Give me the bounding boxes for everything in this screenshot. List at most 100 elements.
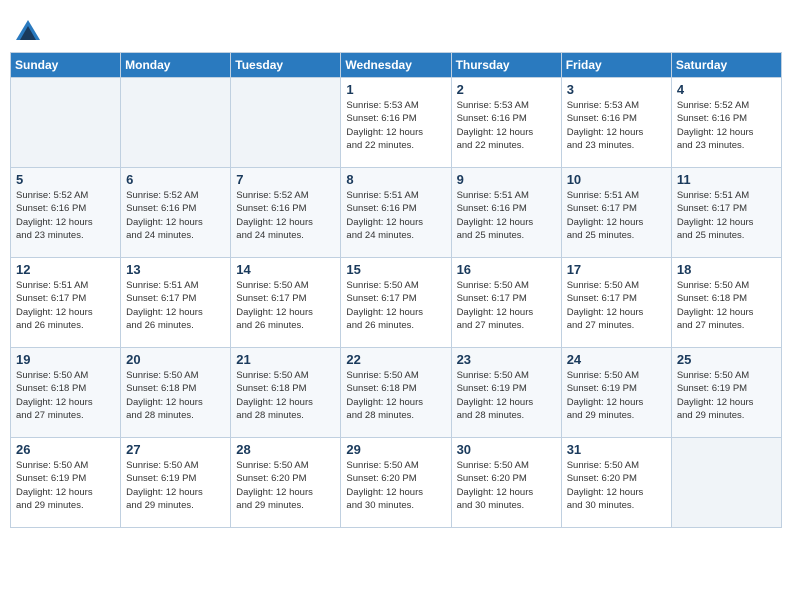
day-number: 27 — [126, 442, 225, 457]
calendar-day-cell: 24 Sunrise: 5:50 AM Sunset: 6:19 PM Dayli… — [561, 348, 671, 438]
calendar-week-row: 26Sunrise: 5:50 AM Sunset: 6:19 PM Dayli… — [11, 438, 782, 528]
day-info: Sunrise: 5:51 AM Sunset: 6:16 PM Dayligh… — [457, 189, 556, 242]
day-number: 2 — [457, 82, 556, 97]
day-info: Sunrise: 5:50 AM Sunset: 6:19 PM Dayligh… — [457, 369, 556, 422]
calendar-day-cell: 5 Sunrise: 5:52 AM Sunset: 6:16 PM Daylig… — [11, 168, 121, 258]
calendar-day-cell: 6 Sunrise: 5:52 AM Sunset: 6:16 PM Daylig… — [121, 168, 231, 258]
weekday-friday: Friday — [561, 53, 671, 78]
calendar-day-cell: 25 Sunrise: 5:50 AM Sunset: 6:19 PM Dayli… — [671, 348, 781, 438]
logo-icon — [14, 18, 42, 46]
day-number: 17 — [567, 262, 666, 277]
day-number: 6 — [126, 172, 225, 187]
calendar-week-row: 1 Sunrise: 5:53 AM Sunset: 6:16 PM Daylig… — [11, 78, 782, 168]
weekday-saturday: Saturday — [671, 53, 781, 78]
day-info: Sunrise: 5:50 AM Sunset: 6:20 PM Dayligh… — [457, 459, 556, 512]
day-info: Sunrise: 5:50 AM Sunset: 6:19 PM Dayligh… — [567, 369, 666, 422]
day-info: Sunrise: 5:50 AM Sunset: 6:17 PM Dayligh… — [346, 279, 445, 332]
day-info: Sunrise: 5:50 AM Sunset: 6:19 PM Dayligh… — [126, 459, 225, 512]
calendar-day-cell: 23 Sunrise: 5:50 AM Sunset: 6:19 PM Dayli… — [451, 348, 561, 438]
day-info: Sunrise: 5:52 AM Sunset: 6:16 PM Dayligh… — [16, 189, 115, 242]
calendar-day-cell: 2 Sunrise: 5:53 AM Sunset: 6:16 PM Daylig… — [451, 78, 561, 168]
day-info: Sunrise: 5:52 AM Sunset: 6:16 PM Dayligh… — [236, 189, 335, 242]
day-number: 7 — [236, 172, 335, 187]
empty-calendar-cell — [121, 78, 231, 168]
day-info: Sunrise: 5:50 AM Sunset: 6:18 PM Dayligh… — [236, 369, 335, 422]
day-number: 4 — [677, 82, 776, 97]
day-number: 18 — [677, 262, 776, 277]
day-number: 28 — [236, 442, 335, 457]
day-info: Sunrise: 5:50 AM Sunset: 6:19 PM Dayligh… — [16, 459, 115, 512]
calendar-day-cell: 1Sunrise: 5:53 AM Sunset: 6:16 PM Daylig… — [341, 78, 451, 168]
weekday-thursday: Thursday — [451, 53, 561, 78]
calendar-day-cell: 9 Sunrise: 5:51 AM Sunset: 6:16 PM Daylig… — [451, 168, 561, 258]
day-number: 31 — [567, 442, 666, 457]
day-info: Sunrise: 5:50 AM Sunset: 6:20 PM Dayligh… — [236, 459, 335, 512]
day-number: 23 — [457, 352, 556, 367]
calendar-day-cell: 16 Sunrise: 5:50 AM Sunset: 6:17 PM Dayli… — [451, 258, 561, 348]
day-number: 21 — [236, 352, 335, 367]
day-info: Sunrise: 5:50 AM Sunset: 6:20 PM Dayligh… — [346, 459, 445, 512]
calendar-day-cell: 8Sunrise: 5:51 AM Sunset: 6:16 PM Daylig… — [341, 168, 451, 258]
calendar-day-cell: 15 Sunrise: 5:50 AM Sunset: 6:17 PM Dayli… — [341, 258, 451, 348]
weekday-header-row: SundayMondayTuesdayWednesdayThursdayFrid… — [11, 53, 782, 78]
day-info: Sunrise: 5:53 AM Sunset: 6:16 PM Dayligh… — [567, 99, 666, 152]
day-number: 24 — [567, 352, 666, 367]
day-info: Sunrise: 5:53 AM Sunset: 6:16 PM Dayligh… — [457, 99, 556, 152]
weekday-monday: Monday — [121, 53, 231, 78]
empty-calendar-cell — [11, 78, 121, 168]
day-number: 13 — [126, 262, 225, 277]
day-info: Sunrise: 5:50 AM Sunset: 6:17 PM Dayligh… — [236, 279, 335, 332]
day-info: Sunrise: 5:51 AM Sunset: 6:17 PM Dayligh… — [126, 279, 225, 332]
day-info: Sunrise: 5:50 AM Sunset: 6:18 PM Dayligh… — [346, 369, 445, 422]
calendar-day-cell: 26Sunrise: 5:50 AM Sunset: 6:19 PM Dayli… — [11, 438, 121, 528]
calendar-day-cell: 30Sunrise: 5:50 AM Sunset: 6:20 PM Dayli… — [451, 438, 561, 528]
calendar-day-cell: 22Sunrise: 5:50 AM Sunset: 6:18 PM Dayli… — [341, 348, 451, 438]
day-info: Sunrise: 5:52 AM Sunset: 6:16 PM Dayligh… — [677, 99, 776, 152]
day-number: 5 — [16, 172, 115, 187]
empty-calendar-cell — [671, 438, 781, 528]
logo — [14, 18, 46, 46]
day-info: Sunrise: 5:50 AM Sunset: 6:17 PM Dayligh… — [457, 279, 556, 332]
day-info: Sunrise: 5:50 AM Sunset: 6:19 PM Dayligh… — [677, 369, 776, 422]
day-number: 9 — [457, 172, 556, 187]
calendar-day-cell: 11 Sunrise: 5:51 AM Sunset: 6:17 PM Dayli… — [671, 168, 781, 258]
calendar-day-cell: 27 Sunrise: 5:50 AM Sunset: 6:19 PM Dayli… — [121, 438, 231, 528]
calendar-day-cell: 21 Sunrise: 5:50 AM Sunset: 6:18 PM Dayli… — [231, 348, 341, 438]
day-info: Sunrise: 5:51 AM Sunset: 6:17 PM Dayligh… — [677, 189, 776, 242]
calendar-day-cell: 4 Sunrise: 5:52 AM Sunset: 6:16 PM Daylig… — [671, 78, 781, 168]
calendar-week-row: 12 Sunrise: 5:51 AM Sunset: 6:17 PM Dayli… — [11, 258, 782, 348]
calendar-day-cell: 10Sunrise: 5:51 AM Sunset: 6:17 PM Dayli… — [561, 168, 671, 258]
day-number: 20 — [126, 352, 225, 367]
day-number: 12 — [16, 262, 115, 277]
day-info: Sunrise: 5:52 AM Sunset: 6:16 PM Dayligh… — [126, 189, 225, 242]
day-number: 10 — [567, 172, 666, 187]
day-number: 16 — [457, 262, 556, 277]
calendar-day-cell: 14 Sunrise: 5:50 AM Sunset: 6:17 PM Dayli… — [231, 258, 341, 348]
calendar-day-cell: 20 Sunrise: 5:50 AM Sunset: 6:18 PM Dayli… — [121, 348, 231, 438]
calendar-day-cell: 17Sunrise: 5:50 AM Sunset: 6:17 PM Dayli… — [561, 258, 671, 348]
day-number: 11 — [677, 172, 776, 187]
day-info: Sunrise: 5:51 AM Sunset: 6:17 PM Dayligh… — [16, 279, 115, 332]
day-info: Sunrise: 5:50 AM Sunset: 6:18 PM Dayligh… — [677, 279, 776, 332]
day-number: 29 — [346, 442, 445, 457]
calendar-day-cell: 13 Sunrise: 5:51 AM Sunset: 6:17 PM Dayli… — [121, 258, 231, 348]
day-number: 14 — [236, 262, 335, 277]
calendar-day-cell: 7 Sunrise: 5:52 AM Sunset: 6:16 PM Daylig… — [231, 168, 341, 258]
calendar-day-cell: 28 Sunrise: 5:50 AM Sunset: 6:20 PM Dayli… — [231, 438, 341, 528]
calendar-day-cell: 31Sunrise: 5:50 AM Sunset: 6:20 PM Dayli… — [561, 438, 671, 528]
calendar-page: SundayMondayTuesdayWednesdayThursdayFrid… — [10, 10, 782, 528]
day-number: 25 — [677, 352, 776, 367]
day-number: 3 — [567, 82, 666, 97]
day-number: 15 — [346, 262, 445, 277]
day-info: Sunrise: 5:50 AM Sunset: 6:18 PM Dayligh… — [126, 369, 225, 422]
calendar-day-cell: 18 Sunrise: 5:50 AM Sunset: 6:18 PM Dayli… — [671, 258, 781, 348]
page-header — [10, 10, 782, 52]
empty-calendar-cell — [231, 78, 341, 168]
day-number: 19 — [16, 352, 115, 367]
day-number: 8 — [346, 172, 445, 187]
weekday-tuesday: Tuesday — [231, 53, 341, 78]
day-info: Sunrise: 5:50 AM Sunset: 6:18 PM Dayligh… — [16, 369, 115, 422]
weekday-wednesday: Wednesday — [341, 53, 451, 78]
calendar-week-row: 19 Sunrise: 5:50 AM Sunset: 6:18 PM Dayli… — [11, 348, 782, 438]
day-number: 1 — [346, 82, 445, 97]
